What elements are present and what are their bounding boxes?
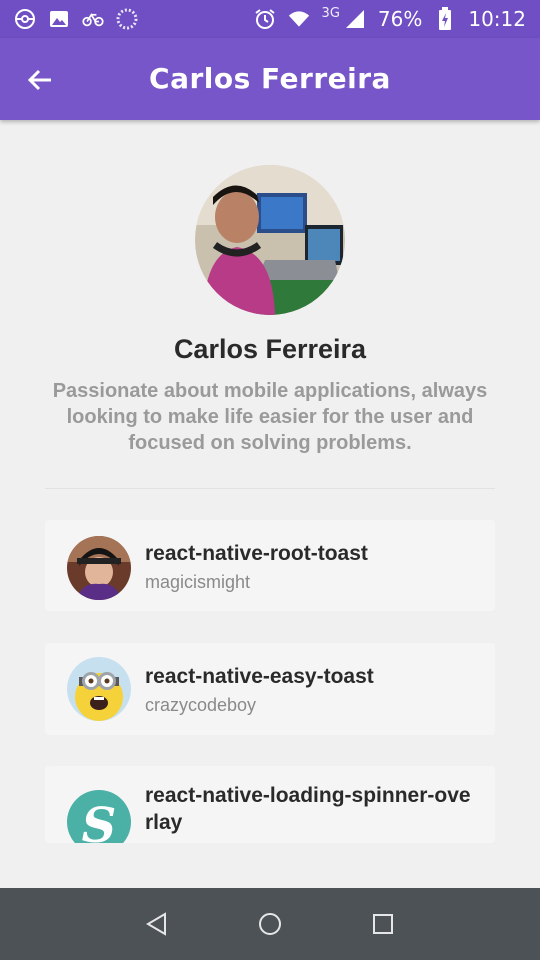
svg-text:S: S xyxy=(82,798,117,843)
nav-back-button[interactable] xyxy=(137,904,177,944)
profile-name: Carlos Ferreira xyxy=(173,334,367,364)
home-circle-icon xyxy=(258,913,281,935)
app-bar: Carlos Ferreira xyxy=(0,38,540,120)
loading-icon xyxy=(116,8,138,30)
section-divider xyxy=(45,488,495,489)
image-icon xyxy=(48,8,70,30)
back-triangle-icon xyxy=(145,912,166,936)
nav-home-button[interactable] xyxy=(250,904,290,944)
nav-recents-button[interactable] xyxy=(363,904,403,944)
alarm-icon xyxy=(254,8,276,30)
profile-bio: Passionate about mobile applications, al… xyxy=(52,380,488,454)
battery-percent: 76% xyxy=(377,7,423,31)
repository-owner: magicismight xyxy=(145,572,251,592)
signal-icon xyxy=(344,8,366,30)
recents-square-icon xyxy=(373,914,394,934)
pokeball-icon xyxy=(14,8,36,30)
repository-title: react-native-root-toast xyxy=(145,542,368,565)
owner-avatar xyxy=(67,536,131,600)
repository-card[interactable]: react-native-easy-toast crazycodeboy xyxy=(45,643,495,735)
navigation-bar xyxy=(0,888,540,960)
bike-icon xyxy=(82,8,104,30)
wifi-icon xyxy=(288,8,310,30)
profile-avatar xyxy=(195,165,345,315)
battery-charging-icon xyxy=(434,7,456,30)
repository-card[interactable]: S react-native-loading-spinner-overlay xyxy=(45,766,495,843)
status-left-icons xyxy=(14,8,138,30)
network-type-label: 3G xyxy=(321,5,340,21)
owner-avatar: S xyxy=(67,790,131,843)
repository-card[interactable]: react-native-root-toast magicismight xyxy=(45,520,495,611)
app-bar-title: Carlos Ferreira xyxy=(149,62,391,95)
repository-title: react-native-loading-spinner-overlay xyxy=(145,784,471,834)
owner-avatar xyxy=(67,657,131,721)
repository-title: react-native-easy-toast xyxy=(145,665,374,688)
repository-owner: crazycodeboy xyxy=(145,695,257,715)
clock: 10:12 xyxy=(468,7,526,31)
status-right-icons: 3G 76% 10:12 xyxy=(254,5,526,31)
status-bar: 3G 76% 10:12 xyxy=(0,0,540,38)
